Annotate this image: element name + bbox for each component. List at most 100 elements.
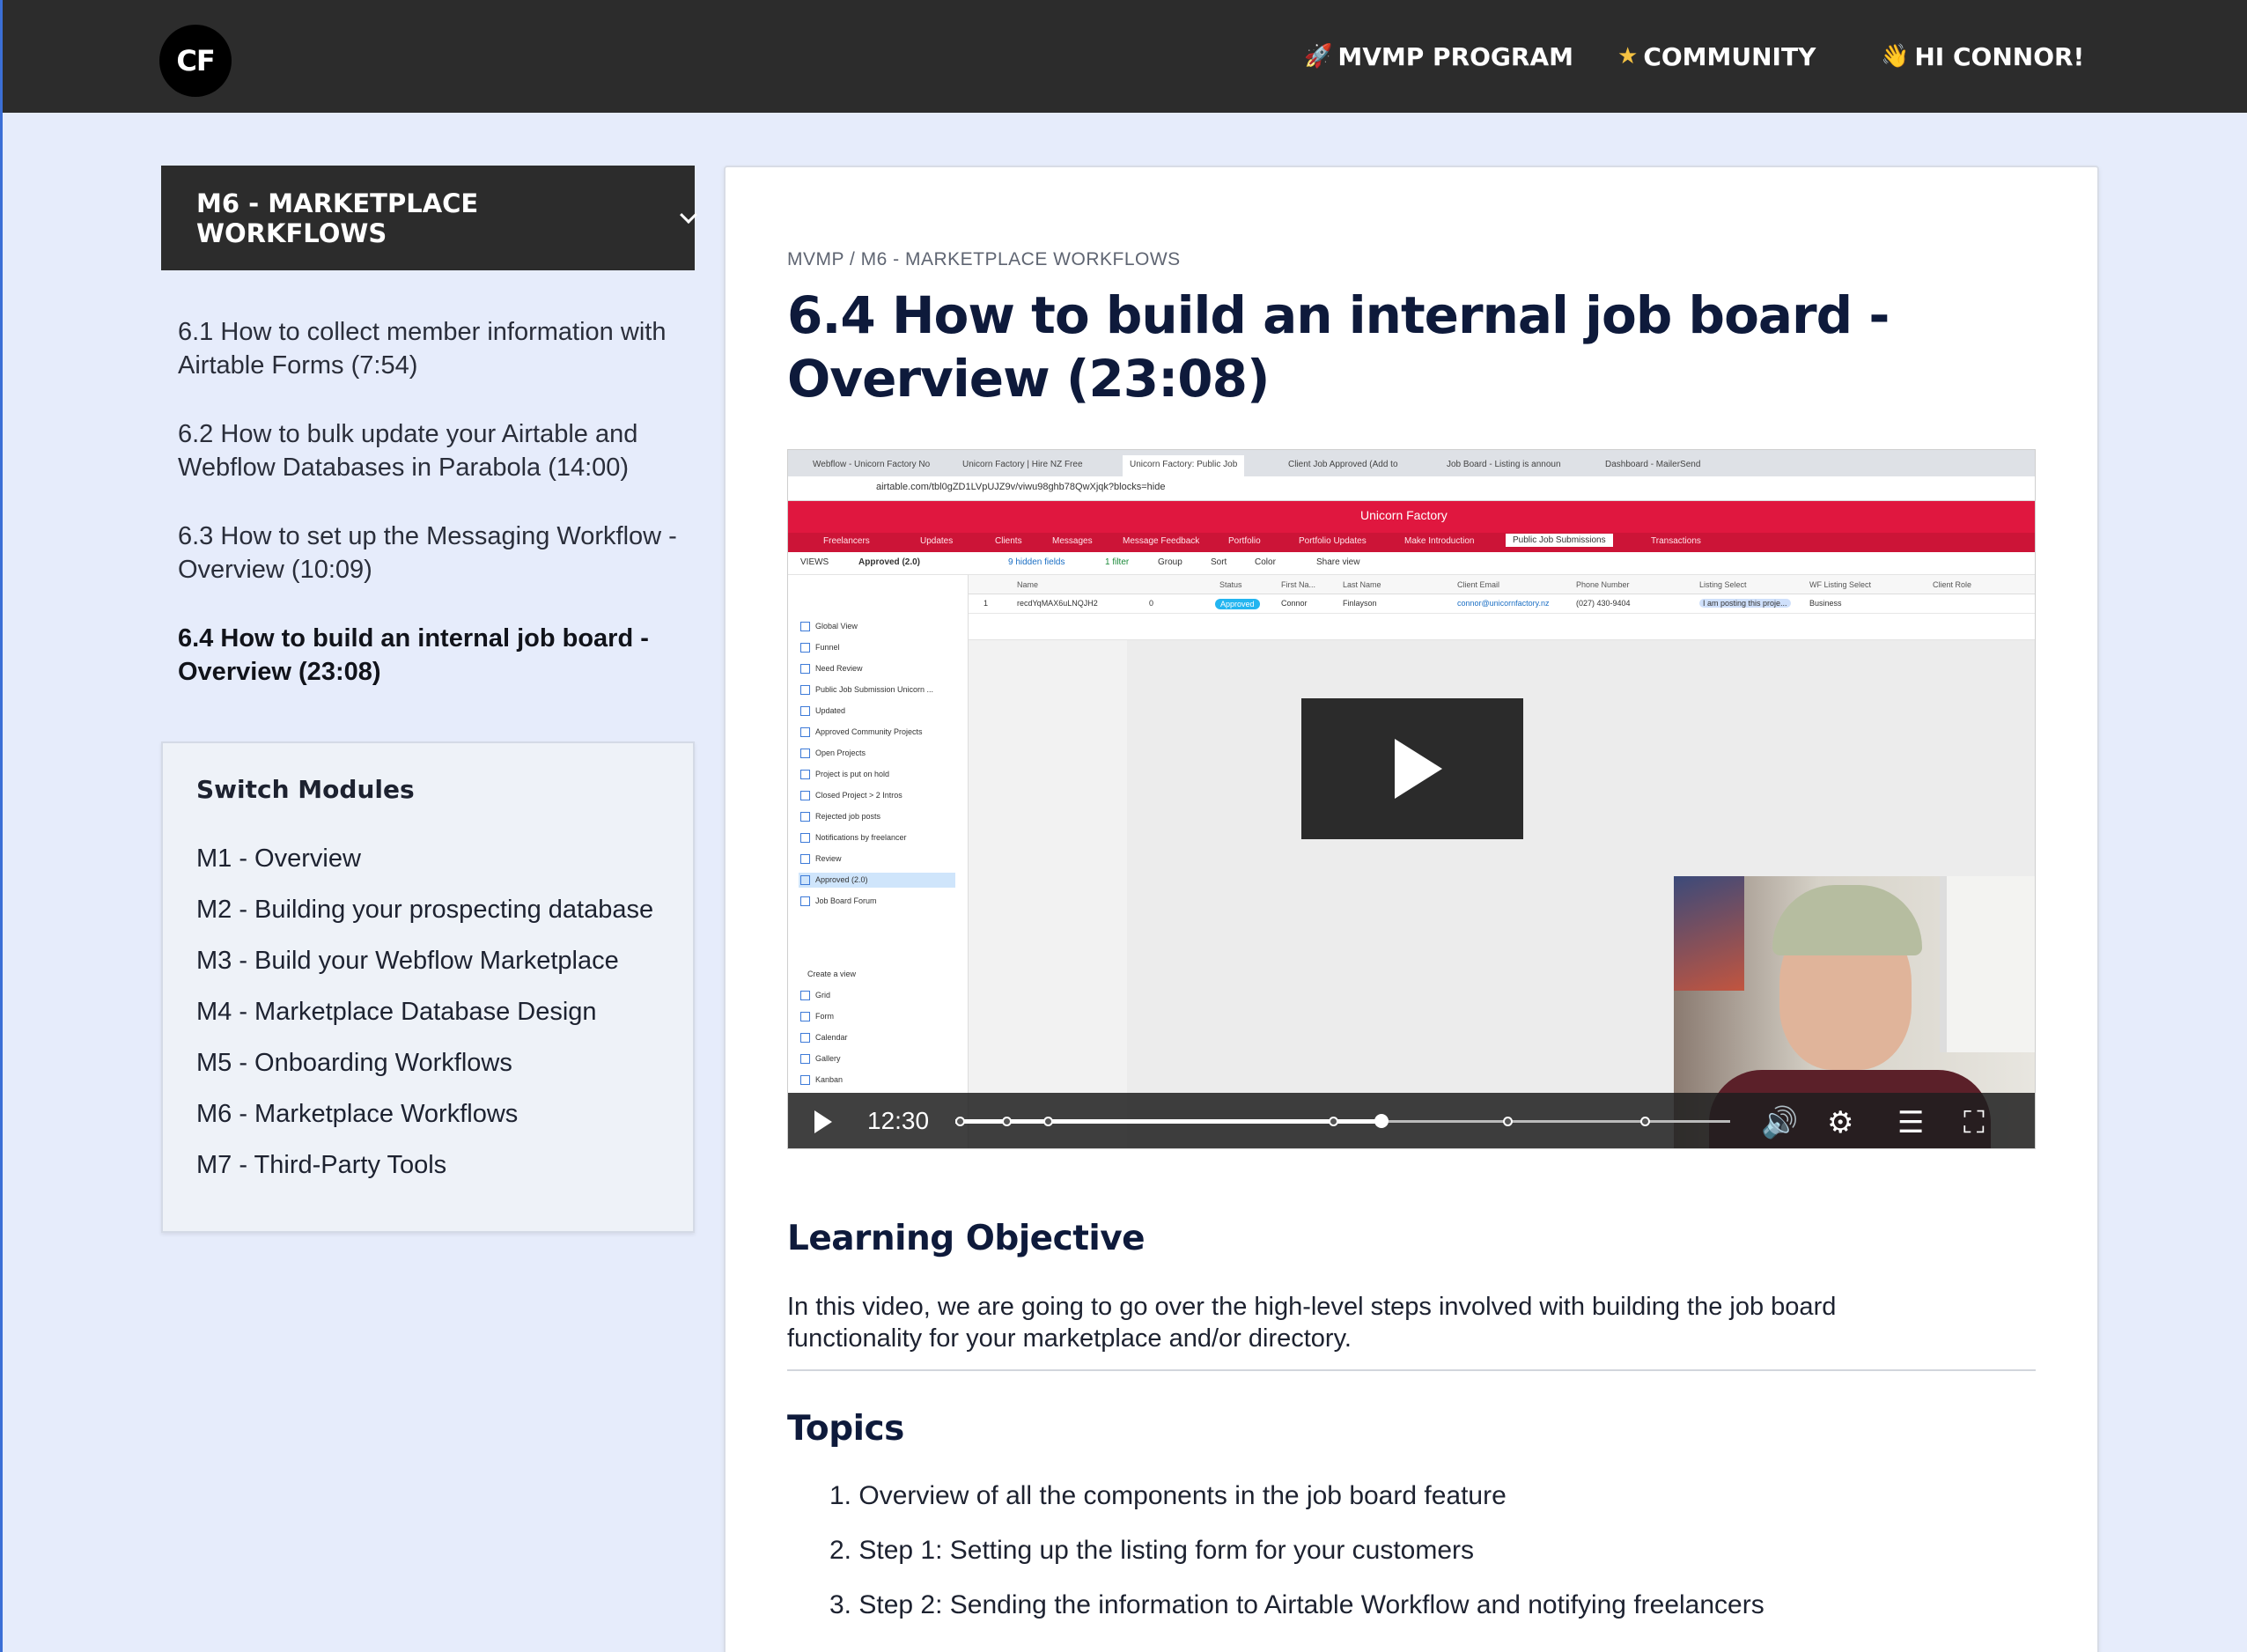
video-tool: VIEWS	[800, 557, 829, 567]
play-icon[interactable]	[814, 1110, 832, 1133]
video-create-item: Calendar	[800, 1033, 848, 1043]
module-link-m6[interactable]: M6 - Marketplace Workflows	[196, 1097, 653, 1148]
module-link-m2[interactable]: M2 - Building your prospecting database	[196, 893, 653, 944]
chapter-marker[interactable]	[1640, 1117, 1650, 1126]
video-tool: Share view	[1316, 557, 1360, 567]
lesson-link-6-3[interactable]: 6.3 How to set up the Messaging Workflow…	[178, 520, 689, 586]
video-controls-bar: 12:30 🔊 ⚙ ☰ ⛶	[788, 1093, 2035, 1148]
video-toolbar	[788, 552, 2035, 575]
video-cell: (027) 430-9404	[1576, 599, 1631, 608]
chapter-marker[interactable]	[1329, 1117, 1338, 1126]
chapter-marker[interactable]	[1002, 1117, 1012, 1126]
video-menu: Freelancers	[823, 536, 870, 546]
lesson-link-6-1[interactable]: 6.1 How to collect member information wi…	[178, 315, 689, 382]
video-col: Listing Select	[1699, 580, 1747, 589]
fullscreen-icon[interactable]: ⛶	[1963, 1105, 1985, 1140]
rocket-icon: 🚀	[1304, 43, 1333, 70]
video-view-item: Project is put on hold	[800, 770, 889, 779]
video-view-item: Approved (2.0)	[799, 873, 955, 889]
video-tool: Sort	[1211, 557, 1227, 567]
settings-gear-icon[interactable]: ⚙	[1827, 1105, 1853, 1140]
video-view-item: Review	[800, 854, 842, 864]
video-progress-fill	[955, 1119, 1381, 1124]
divider	[787, 1369, 2036, 1371]
top-navigation-bar: CF 🚀 MVMP PROGRAM ★ COMMUNITY 👋 HI CONNO…	[3, 0, 2247, 113]
video-player[interactable]: Webflow - Unicorn Factory No Unicorn Fac…	[787, 449, 2036, 1149]
module-link-m3[interactable]: M3 - Build your Webflow Marketplace	[196, 944, 653, 995]
chapters-list-icon[interactable]: ☰	[1897, 1105, 1924, 1140]
video-tab: Job Board - Listing is announ	[1447, 460, 1561, 469]
video-cell: 0	[1149, 599, 1154, 608]
video-tool: Color	[1255, 557, 1276, 567]
video-menu: Portfolio Updates	[1299, 536, 1367, 546]
video-view-item: Notifications by freelancer	[800, 833, 907, 843]
video-browser-tabs: Webflow - Unicorn Factory No Unicorn Fac…	[788, 450, 2035, 476]
video-col: WF Listing Select	[1809, 580, 1872, 589]
chapter-marker[interactable]	[955, 1117, 965, 1126]
video-create-item: Grid	[800, 991, 830, 1000]
video-tab: Dashboard - MailerSend	[1605, 460, 1701, 469]
module-dropdown[interactable]: M6 - MARKETPLACE WORKFLOWS	[161, 166, 697, 270]
cf-logo[interactable]: CF	[159, 25, 232, 97]
nav-user-greeting[interactable]: 👋 HI CONNOR!	[1881, 41, 2084, 72]
star-icon: ★	[1617, 43, 1639, 70]
module-link-m5[interactable]: M5 - Onboarding Workflows	[196, 1046, 653, 1097]
video-view-item: Open Projects	[800, 749, 866, 758]
video-app-title: Unicorn Factory	[1360, 508, 1448, 522]
play-icon	[1395, 739, 1442, 799]
video-create-item: Gallery	[800, 1054, 841, 1064]
video-col: Client Email	[1457, 580, 1500, 589]
nav-community[interactable]: ★ COMMUNITY	[1617, 41, 1816, 72]
module-link-m1[interactable]: M1 - Overview	[196, 842, 653, 893]
chapter-marker[interactable]	[1043, 1117, 1053, 1126]
topic-item: 1. Overview of all the components in the…	[829, 1481, 1507, 1510]
video-tab: Webflow - Unicorn Factory No	[813, 460, 931, 469]
video-tab: Client Job Approved (Add to	[1288, 460, 1398, 469]
video-view-item: Closed Project > 2 Intros	[800, 791, 902, 800]
nav-mvmp-program[interactable]: 🚀 MVMP PROGRAM	[1304, 41, 1573, 72]
video-menu: Public Job Submissions	[1506, 534, 1613, 547]
learning-objective-text: In this video, we are going to go over t…	[787, 1293, 1837, 1353]
lesson-link-6-4-active[interactable]: 6.4 How to build an internal job board -…	[178, 622, 689, 689]
video-create-view: Create a view	[807, 970, 857, 978]
video-view-item: Updated	[800, 706, 845, 716]
topics-heading: Topics	[787, 1409, 904, 1449]
breadcrumb[interactable]: MVMP / M6 - MARKETPLACE WORKFLOWS	[787, 249, 1181, 270]
video-col: Phone Number	[1576, 580, 1630, 589]
page-title: 6.4 How to build an internal job board -…	[787, 285, 1890, 409]
lesson-link-6-2[interactable]: 6.2 How to bulk update your Airtable and…	[178, 417, 689, 484]
video-tool: Approved (2.0)	[858, 557, 921, 567]
volume-icon[interactable]: 🔊	[1761, 1105, 1798, 1140]
video-cell: Business	[1809, 599, 1842, 608]
video-scrubber-knob[interactable]	[1374, 1114, 1389, 1128]
video-tool: 1 filter	[1105, 557, 1130, 567]
video-view-item: Need Review	[800, 664, 863, 674]
topic-item: 3. Step 2: Sending the information to Ai…	[829, 1590, 1764, 1619]
video-menu: Messages	[1052, 536, 1093, 546]
video-view-item: Public Job Submission Unicorn ...	[800, 685, 933, 695]
video-cell: 1	[984, 599, 989, 608]
topics-list: 1. Overview of all the components in the…	[829, 1479, 1974, 1643]
nav-community-label: COMMUNITY	[1643, 41, 1816, 71]
video-create-item: Form	[800, 1012, 834, 1021]
video-view-item: Job Board Forum	[800, 896, 877, 906]
module-link-m7[interactable]: M7 - Third-Party Tools	[196, 1148, 653, 1199]
module-dropdown-label: M6 - MARKETPLACE WORKFLOWS	[196, 188, 479, 248]
video-tab: Unicorn Factory: Public Job	[1123, 455, 1245, 476]
video-url-text: airtable.com/tbl0gZD1LVpUJZ9v/viwu98ghb7…	[876, 482, 1166, 492]
video-status-badge: Approved	[1215, 599, 1260, 609]
module-link-m4[interactable]: M4 - Marketplace Database Design	[196, 995, 653, 1046]
video-tab: Unicorn Factory | Hire NZ Free	[962, 460, 1083, 469]
video-col: Status	[1219, 580, 1242, 589]
switch-modules-panel: Switch Modules M1 - Overview M2 - Buildi…	[161, 741, 695, 1233]
chapter-marker[interactable]	[1503, 1117, 1513, 1126]
lesson-list: 6.1 How to collect member information wi…	[178, 315, 689, 724]
video-view-item: Global View	[800, 622, 858, 631]
lesson-content-card: MVMP / M6 - MARKETPLACE WORKFLOWS 6.4 Ho…	[724, 166, 2099, 1652]
video-create-item: Kanban	[800, 1075, 843, 1085]
chevron-down-icon	[680, 205, 697, 224]
video-menu: Clients	[995, 536, 1022, 546]
video-tool: 9 hidden fields	[1008, 557, 1065, 567]
big-play-button[interactable]	[1301, 698, 1523, 839]
nav-mvmp-label: MVMP PROGRAM	[1337, 41, 1574, 71]
